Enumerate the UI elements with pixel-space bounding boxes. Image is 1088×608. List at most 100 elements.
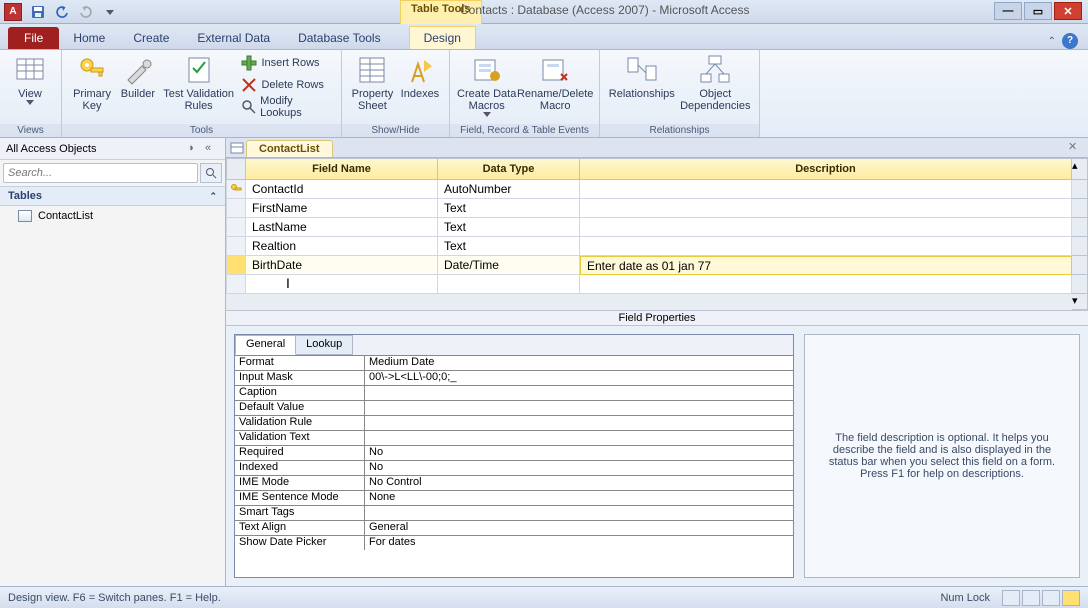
cell-data-type[interactable] bbox=[438, 275, 580, 294]
doc-close-button[interactable]: ✕ bbox=[1068, 140, 1084, 156]
cell-description[interactable] bbox=[580, 218, 1072, 237]
property-row[interactable]: Validation Rule bbox=[235, 415, 793, 430]
property-row[interactable]: IME Sentence ModeNone bbox=[235, 490, 793, 505]
file-tab[interactable]: File bbox=[8, 27, 59, 49]
property-row[interactable]: FormatMedium Date bbox=[235, 355, 793, 370]
view-button[interactable]: View bbox=[6, 52, 54, 122]
minimize-ribbon-icon[interactable]: ⌃ bbox=[1048, 36, 1056, 47]
qat-dropdown-icon[interactable] bbox=[100, 3, 120, 21]
property-value[interactable]: No Control bbox=[365, 476, 793, 490]
undo-icon[interactable] bbox=[52, 3, 72, 21]
cell-field-name[interactable]: ContactId bbox=[246, 180, 438, 199]
cell-data-type[interactable]: AutoNumber bbox=[438, 180, 580, 199]
close-button[interactable]: ✕ bbox=[1054, 2, 1082, 20]
cell-description[interactable]: Enter date as 01 jan 77 bbox=[580, 256, 1072, 275]
nav-filter-icon[interactable]: ◑ bbox=[187, 142, 201, 156]
cell-field-name[interactable]: BirthDate bbox=[246, 256, 438, 275]
col-data-type[interactable]: Data Type bbox=[438, 158, 580, 180]
property-value[interactable]: 00\->L<LL\-00;0;_ bbox=[365, 371, 793, 385]
property-value[interactable]: General bbox=[365, 521, 793, 535]
tab-general[interactable]: General bbox=[235, 335, 296, 355]
property-value[interactable]: No bbox=[365, 446, 793, 460]
view-datasheet-button[interactable] bbox=[1002, 590, 1020, 606]
property-row[interactable]: Caption bbox=[235, 385, 793, 400]
table-row[interactable]: LastNameText bbox=[226, 218, 1088, 237]
cell-data-type[interactable]: Date/Time bbox=[438, 256, 580, 275]
property-row[interactable]: Smart Tags bbox=[235, 505, 793, 520]
minimize-button[interactable]: — bbox=[994, 2, 1022, 20]
property-sheet-button[interactable]: Property Sheet bbox=[348, 52, 397, 122]
scroll-up-button[interactable]: ▴ bbox=[1072, 158, 1088, 180]
test-validation-button[interactable]: Test Validation Rules bbox=[160, 52, 238, 122]
cell-field-name[interactable]: I bbox=[246, 275, 438, 294]
table-row[interactable]: FirstNameText bbox=[226, 199, 1088, 218]
object-dependencies-button[interactable]: Object Dependencies bbox=[678, 52, 753, 122]
table-row-empty[interactable]: I bbox=[226, 275, 1088, 294]
group-tools: Tools bbox=[62, 124, 341, 137]
cell-description[interactable] bbox=[580, 275, 1072, 294]
tab-home[interactable]: Home bbox=[59, 27, 119, 49]
property-value[interactable] bbox=[365, 506, 793, 520]
table-row[interactable]: ContactIdAutoNumber bbox=[226, 180, 1088, 199]
col-field-name[interactable]: Field Name bbox=[246, 158, 438, 180]
primary-key-button[interactable]: Primary Key bbox=[68, 52, 116, 122]
property-row[interactable]: Show Date PickerFor dates bbox=[235, 535, 793, 550]
scroll-down-button[interactable]: ▾ bbox=[1072, 294, 1088, 310]
doc-tab-contactlist[interactable]: ContactList bbox=[246, 140, 333, 157]
nav-search-button[interactable] bbox=[200, 163, 222, 183]
col-description[interactable]: Description bbox=[580, 158, 1072, 180]
tab-database-tools[interactable]: Database Tools bbox=[284, 27, 395, 49]
table-row[interactable]: BirthDateDate/TimeEnter date as 01 jan 7… bbox=[226, 256, 1088, 275]
cell-field-name[interactable]: Realtion bbox=[246, 237, 438, 256]
property-value[interactable]: For dates bbox=[365, 536, 793, 550]
property-value[interactable]: None bbox=[365, 491, 793, 505]
cell-field-name[interactable]: LastName bbox=[246, 218, 438, 237]
property-row[interactable]: Validation Text bbox=[235, 430, 793, 445]
modify-lookups-button[interactable]: Modify Lookups bbox=[237, 96, 335, 118]
cell-description[interactable] bbox=[580, 180, 1072, 199]
help-icon[interactable]: ? bbox=[1062, 33, 1078, 49]
tab-external-data[interactable]: External Data bbox=[183, 27, 284, 49]
tab-create[interactable]: Create bbox=[119, 27, 183, 49]
search-icon bbox=[205, 167, 217, 179]
property-value[interactable]: Medium Date bbox=[365, 356, 793, 370]
cell-description[interactable] bbox=[580, 237, 1072, 256]
cell-data-type[interactable]: Text bbox=[438, 218, 580, 237]
property-row[interactable]: RequiredNo bbox=[235, 445, 793, 460]
nav-collapse-icon[interactable]: « bbox=[205, 142, 219, 156]
rename-delete-macro-button[interactable]: Rename/Delete Macro bbox=[517, 52, 593, 122]
nav-item-contactlist[interactable]: ContactList bbox=[0, 206, 225, 226]
builder-button[interactable]: Builder bbox=[116, 52, 160, 122]
cell-data-type[interactable]: Text bbox=[438, 199, 580, 218]
table-row[interactable]: RealtionText bbox=[226, 237, 1088, 256]
insert-rows-button[interactable]: Insert Rows bbox=[237, 52, 335, 74]
redo-icon[interactable] bbox=[76, 3, 96, 21]
property-row[interactable]: Input Mask00\->L<LL\-00;0;_ bbox=[235, 370, 793, 385]
nav-header[interactable]: All Access Objects ◑ « bbox=[0, 138, 225, 160]
cell-field-name[interactable]: FirstName bbox=[246, 199, 438, 218]
property-value[interactable] bbox=[365, 431, 793, 445]
property-value[interactable] bbox=[365, 386, 793, 400]
save-icon[interactable] bbox=[28, 3, 48, 21]
cell-description[interactable] bbox=[580, 199, 1072, 218]
property-row[interactable]: Default Value bbox=[235, 400, 793, 415]
view-chart-button[interactable] bbox=[1042, 590, 1060, 606]
delete-rows-button[interactable]: Delete Rows bbox=[237, 74, 335, 96]
nav-section-tables[interactable]: Tables⌃ bbox=[0, 186, 225, 206]
tab-lookup[interactable]: Lookup bbox=[296, 335, 353, 355]
property-row[interactable]: IndexedNo bbox=[235, 460, 793, 475]
property-row[interactable]: IME ModeNo Control bbox=[235, 475, 793, 490]
nav-search-input[interactable] bbox=[3, 163, 198, 183]
property-row[interactable]: Text AlignGeneral bbox=[235, 520, 793, 535]
view-design-button[interactable] bbox=[1062, 590, 1080, 606]
tab-design[interactable]: Design bbox=[409, 26, 476, 49]
property-value[interactable]: No bbox=[365, 461, 793, 475]
property-value[interactable] bbox=[365, 416, 793, 430]
maximize-button[interactable]: ▭ bbox=[1024, 2, 1052, 20]
relationships-button[interactable]: Relationships bbox=[606, 52, 678, 122]
property-value[interactable] bbox=[365, 401, 793, 415]
indexes-button[interactable]: Indexes bbox=[397, 52, 443, 122]
cell-data-type[interactable]: Text bbox=[438, 237, 580, 256]
view-pivot-button[interactable] bbox=[1022, 590, 1040, 606]
create-data-macros-button[interactable]: Create Data Macros bbox=[456, 52, 517, 122]
